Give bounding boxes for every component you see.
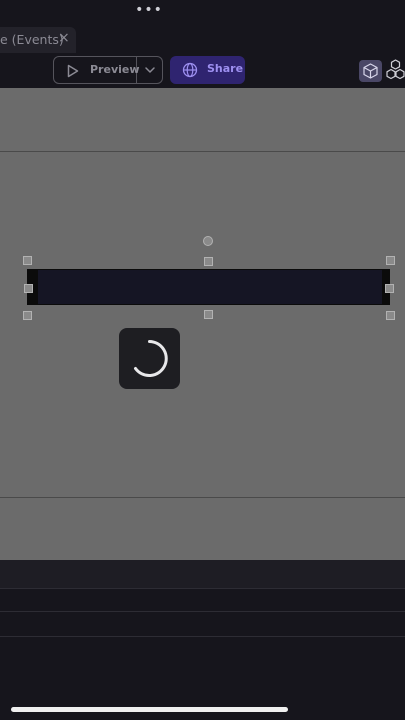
- preview-button[interactable]: Preview: [53, 56, 140, 84]
- spinner-icon: [134, 340, 168, 377]
- cubes-icon[interactable]: [386, 59, 405, 81]
- chevron-down-icon: [145, 67, 155, 73]
- tab-label: e (Events): [0, 32, 64, 47]
- cube-icon: [363, 63, 378, 79]
- cube-view-button[interactable]: [359, 60, 382, 82]
- resize-handle-left[interactable]: [24, 284, 33, 293]
- toolbar: Preview Share: [0, 54, 405, 88]
- resize-handle-top-right[interactable]: [386, 256, 395, 265]
- selected-element-fill: [38, 270, 382, 304]
- share-label: Share: [207, 62, 244, 75]
- divider: [0, 588, 405, 589]
- more-options-icon[interactable]: •••: [0, 3, 298, 17]
- resize-handle-bottom-right[interactable]: [386, 311, 395, 320]
- resize-handle-bottom-left[interactable]: [23, 311, 32, 320]
- play-icon: [67, 64, 79, 78]
- tab-bar: e (Events) ×: [0, 24, 405, 54]
- preview-label: Preview: [90, 63, 140, 76]
- home-indicator[interactable]: [11, 707, 288, 712]
- resize-handle-top[interactable]: [204, 257, 213, 266]
- tab-events[interactable]: e (Events) ×: [0, 27, 76, 53]
- share-button[interactable]: Share: [170, 56, 245, 84]
- guide-line: [0, 151, 405, 152]
- loading-indicator: [119, 328, 180, 389]
- bottom-panel-header: [0, 560, 405, 588]
- preview-dropdown-button[interactable]: [137, 56, 163, 84]
- guide-line: [0, 497, 405, 498]
- bottom-panel: [0, 560, 405, 720]
- resize-handle-top-left[interactable]: [23, 256, 32, 265]
- divider: [0, 636, 405, 637]
- resize-handle-right[interactable]: [385, 284, 394, 293]
- divider: [0, 611, 405, 612]
- design-canvas[interactable]: [0, 88, 405, 560]
- globe-icon: [182, 62, 198, 78]
- close-icon[interactable]: ×: [58, 30, 70, 46]
- resize-handle-bottom[interactable]: [204, 310, 213, 319]
- rotate-handle[interactable]: [203, 236, 213, 246]
